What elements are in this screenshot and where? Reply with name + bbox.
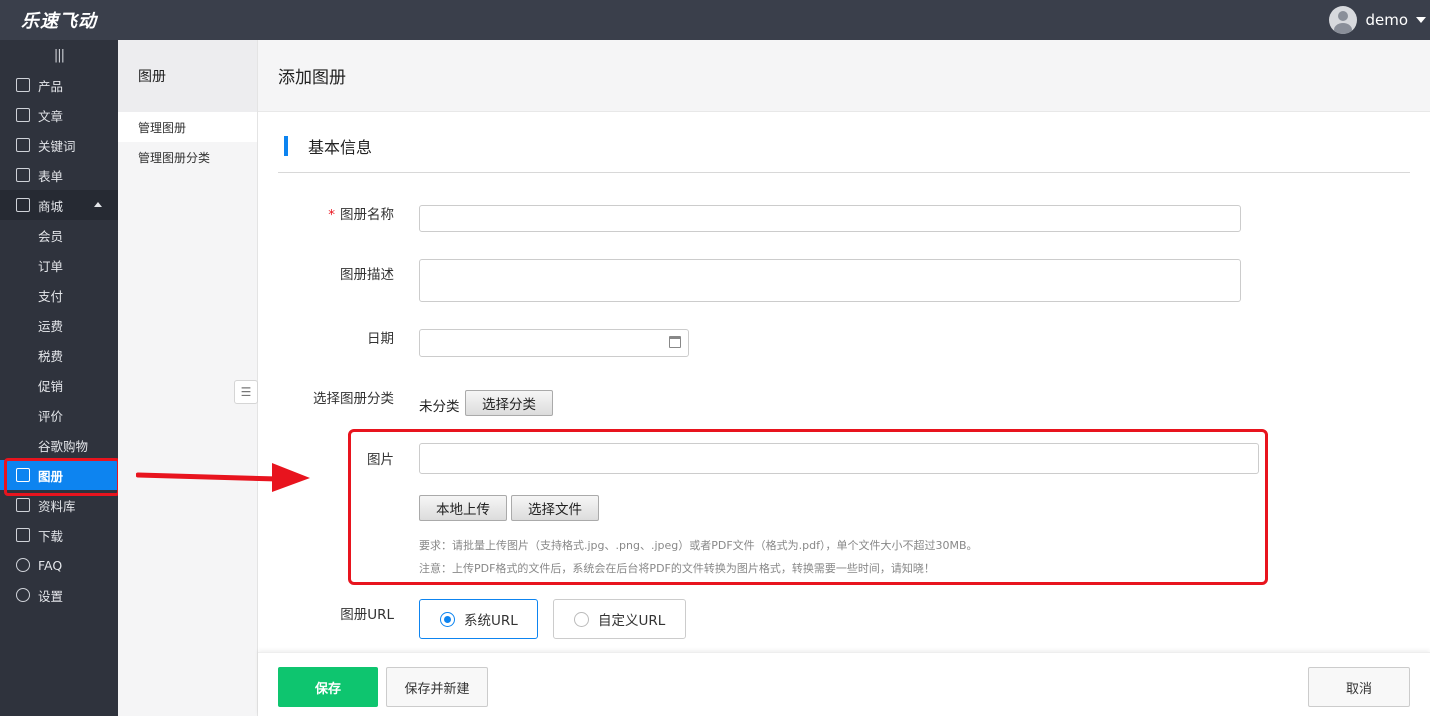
radio-checked-icon[interactable] [440,611,455,627]
sidebar-item-promotion[interactable]: 促销 [0,370,118,400]
clipboard-icon [16,168,30,182]
sidebar-item-faq[interactable]: FAQ [0,550,118,580]
top-bar: 乐速飞动 demo [0,0,1430,40]
sub-link-manage-gallery[interactable]: 管理图册 [118,112,257,142]
sidebar-collapse-button[interactable]: ||| [0,40,118,70]
sub-link-manage-categories[interactable]: 管理图册分类 [118,142,257,172]
gallery-name-input[interactable] [419,205,1241,232]
date-label: 日期 [367,331,394,347]
gear-icon [16,588,30,602]
category-value: 未分类 [419,399,460,415]
sidebar-item-keywords[interactable]: 关键词 [0,130,118,160]
sidebar-item-orders[interactable]: 订单 [0,250,118,280]
sidebar-item-forms[interactable]: 表单 [0,160,118,190]
sidebar-item-google-shopping[interactable]: 谷歌购物 [0,430,118,460]
sub-panel-title: 图册 [118,40,257,112]
chat-icon [16,558,30,572]
date-input[interactable] [419,329,689,357]
shopping-bag-icon [16,198,30,212]
highlight-box-gallery [4,458,120,496]
calendar-icon[interactable] [669,336,681,348]
cancel-button[interactable]: 取消 [1308,667,1410,707]
save-button[interactable]: 保存 [278,667,378,707]
sidebar: ||| 产品 文章 关键词 表单 商城 会员 订单 支付 运费 税费 促销 评价… [0,40,120,716]
avatar[interactable] [1329,6,1358,34]
image-input[interactable] [419,443,1259,474]
required-asterisk: * [328,207,335,223]
keyword-icon [16,138,30,152]
sidebar-item-shop[interactable]: 商城 [0,190,118,220]
section-divider [278,172,1410,173]
user-menu[interactable]: demo [1329,0,1426,40]
sidebar-item-downloads[interactable]: 下载 [0,520,118,550]
chevron-down-icon[interactable] [1416,17,1426,23]
category-label: 选择图册分类 [313,391,394,407]
gallery-url-label: 图册URL [340,607,394,623]
choose-file-button[interactable]: 选择文件 [511,495,599,521]
upload-note-hint: 注意：上传PDF格式的文件后，系统会在后台将PDF的文件转换为图片格式，转换需要… [419,562,935,575]
save-and-new-button[interactable]: 保存并新建 [386,667,488,707]
local-upload-button[interactable]: 本地上传 [419,495,507,521]
sidebar-item-members[interactable]: 会员 [0,220,118,250]
choose-category-button[interactable]: 选择分类 [465,390,553,416]
sidebar-item-payment[interactable]: 支付 [0,280,118,310]
download-icon [16,528,30,542]
sidebar-item-settings[interactable]: 设置 [0,580,118,610]
logo[interactable]: 乐速飞动 [0,0,118,40]
article-icon [16,108,30,122]
main-content: 添加图册 基本信息 * 图册名称 图册描述 日期 选择图册分类 未分类 选择分类 … [258,40,1430,716]
gallery-description-label: 图册描述 [340,267,394,283]
sidebar-item-reviews[interactable]: 评价 [0,400,118,430]
gallery-name-label: * 图册名称 [328,207,394,223]
sidebar-item-articles[interactable]: 文章 [0,100,118,130]
radio-unchecked-icon[interactable] [574,611,589,627]
sidebar-item-products[interactable]: 产品 [0,70,118,100]
database-icon [16,498,30,512]
gallery-description-input[interactable] [419,259,1241,302]
sub-panel: 图册 管理图册 管理图册分类 ☰ [118,40,258,716]
chevron-up-icon [94,202,102,207]
user-name[interactable]: demo [1365,11,1408,29]
grid-icon [16,78,30,92]
upload-requirement-hint: 要求：请批量上传图片（支持格式.jpg、.png、.jpeg）或者PDF文件（格… [419,539,978,552]
sidebar-item-shipping[interactable]: 运费 [0,310,118,340]
page-title: 添加图册 [258,40,1430,112]
sidebar-item-tax[interactable]: 税费 [0,340,118,370]
section-title: 基本信息 [278,134,372,158]
url-option-system[interactable]: 系统URL [419,599,538,639]
url-option-custom[interactable]: 自定义URL [553,599,686,639]
annotation-arrow-icon [136,463,310,492]
form-footer: 保存 保存并新建 取消 [258,652,1430,716]
